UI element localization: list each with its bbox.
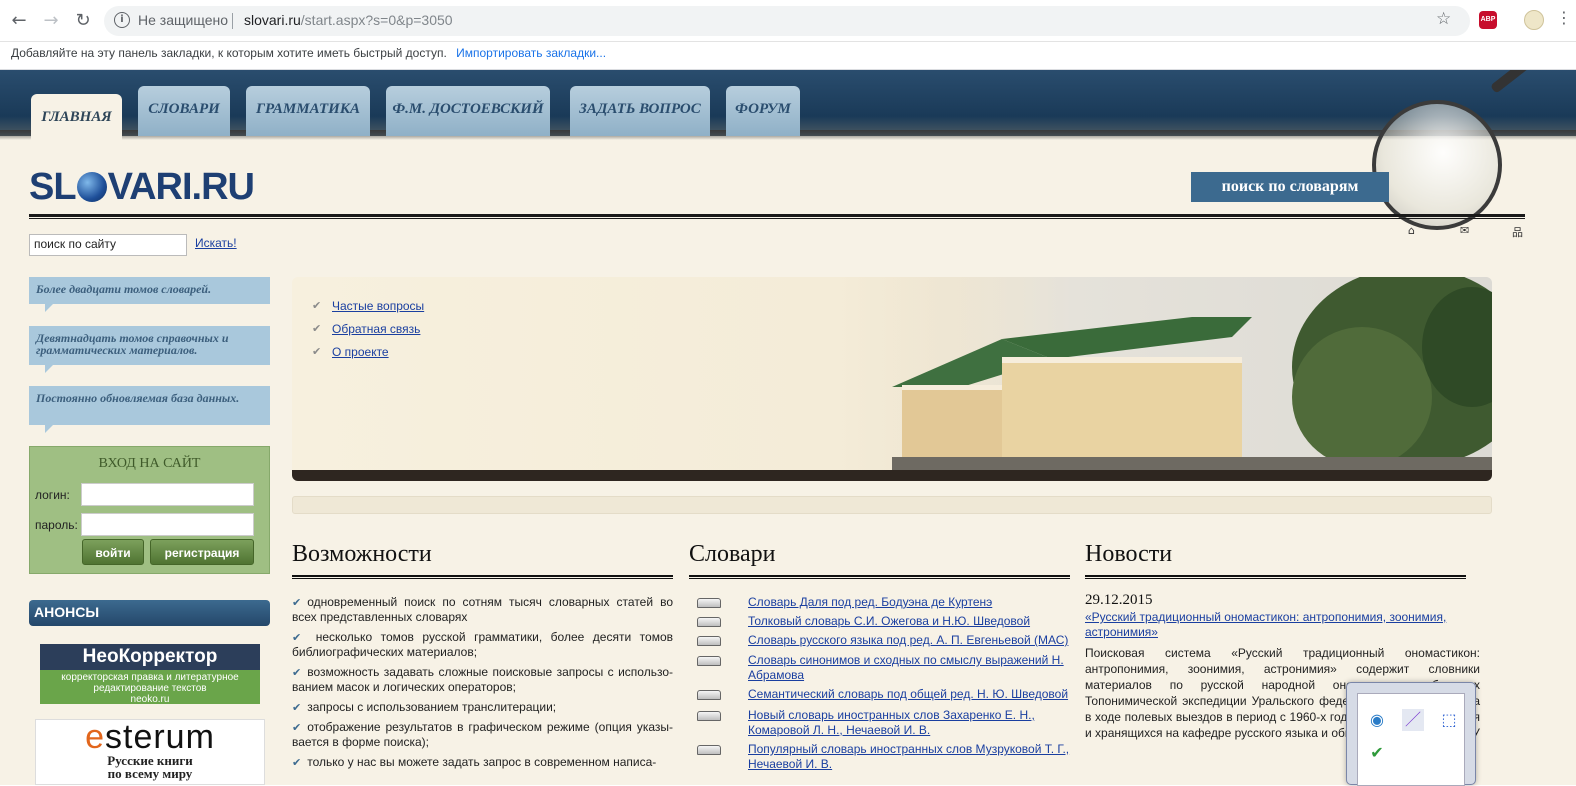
book-icon [697, 711, 721, 721]
header-divider [29, 214, 1525, 219]
address-bar[interactable]: i Не защищено slovari.ru/start.aspx?s=0&… [104, 6, 1470, 36]
info-bubble-dictionaries: Более двадцати томов словарей. [29, 277, 270, 312]
dictionary-link[interactable]: Популярный словарь иностранных слов Музр… [748, 742, 1070, 772]
feedback-link[interactable]: Обратная связь [312, 322, 424, 336]
tab-main[interactable]: ГЛАВНАЯ [31, 94, 122, 140]
news-date: 29.12.2015 [1085, 592, 1153, 608]
book-icon [697, 656, 721, 666]
mail-icon[interactable]: ✉ [1460, 224, 1469, 237]
login-box: ВХОД НА САЙТ логин: пароль: войти регист… [29, 446, 270, 574]
bookmarks-prompt: Добавляйте на эту панель закладки, к кот… [11, 46, 447, 60]
separator [232, 13, 233, 29]
about-link[interactable]: О проекте [312, 345, 424, 359]
import-bookmarks-link[interactable]: Импортировать закладки... [456, 46, 606, 60]
back-icon[interactable]: ← [8, 10, 30, 32]
register-button[interactable]: регистрация [150, 539, 254, 565]
magnifier-decoration [1372, 100, 1502, 230]
neokorrektor-line1: корректорская правка и литературное [61, 672, 239, 683]
login-field[interactable] [81, 483, 254, 506]
esterum-logo: esterum [85, 718, 215, 756]
insecure-label[interactable]: Не защищено [138, 12, 228, 28]
neokorrektor-line2: редактирование текстов [93, 683, 207, 694]
feature-item: несколько томов русской грамматики, боле… [292, 630, 673, 660]
faq-link[interactable]: Частые вопросы [312, 299, 424, 313]
info-icon[interactable]: i [114, 12, 130, 28]
sitemap-icon[interactable]: 品 [1512, 224, 1523, 240]
dictionary-link[interactable]: Семантический словарь под общей ред. Н. … [748, 687, 1070, 702]
login-title: ВХОД НА САЙТ [98, 456, 201, 471]
globe-icon [76, 172, 107, 202]
news-headline-link[interactable]: «Русский традиционный ономастикон: антро… [1085, 610, 1460, 640]
snipping-tool-panel: ◉ ／ ⬚ ✔ [1346, 682, 1476, 786]
select-region-icon[interactable]: ⬚ [1438, 709, 1460, 731]
dictionary-link[interactable]: Словарь русского языка под ред. А. П. Ев… [748, 633, 1070, 648]
book-icon [697, 745, 721, 755]
building-photo [892, 277, 1492, 470]
extension-icon[interactable] [1524, 10, 1544, 30]
browser-toolbar: ← → ↻ i Не защищено slovari.ru/start.asp… [0, 0, 1576, 42]
dictionary-link[interactable]: Словарь Даля под ред. Бодуэна де Куртенэ [748, 595, 1070, 610]
site-logo[interactable]: SL VARI.RU [29, 166, 255, 209]
book-icon [697, 598, 721, 608]
hero-bottom-band [292, 470, 1492, 481]
web-page: ГЛАВНАЯ СЛОВАРИ ГРАММАТИКА Ф.М. ДОСТОЕВС… [0, 70, 1576, 785]
features-title: Возможности [292, 541, 432, 567]
site-search-input[interactable]: поиск по сайту [29, 234, 187, 256]
bookmark-star-icon[interactable]: ☆ [1436, 9, 1451, 29]
tab-dostoevsky[interactable]: Ф.М. ДОСТОЕВСКИЙ [386, 86, 550, 136]
book-icon [697, 690, 721, 700]
dictionaries-title: Словари [689, 541, 776, 567]
tab-dictionaries[interactable]: СЛОВАРИ [138, 86, 230, 136]
book-icon [697, 617, 721, 627]
home-icon[interactable]: ⌂ [1408, 224, 1415, 237]
hero-banner: Частые вопросы Обратная связь О проекте [292, 277, 1492, 481]
info-bubble-database: Постоянно обновляемая база данных. [29, 386, 270, 433]
feature-item: одновременный поиск по сотням тысяч слов… [292, 595, 673, 625]
forward-icon[interactable]: → [40, 10, 62, 32]
password-label: пароль: [35, 518, 78, 532]
neokorrektor-title: НеоКорректор [40, 644, 260, 670]
neokorrektor-url: neoko.ru [130, 694, 170, 705]
adblock-icon[interactable]: ABP [1479, 11, 1497, 29]
feature-item: запросы с использованием транслитерации; [292, 700, 673, 715]
dictionary-link[interactable]: Словарь синонимов и сходных по смыслу вы… [748, 653, 1070, 683]
tab-grammar[interactable]: ГРАММАТИКА [246, 86, 370, 136]
dictionary-link[interactable]: Новый словарь иностранных слов Захаренко… [748, 708, 1070, 738]
book-icon [697, 636, 721, 646]
site-search-button[interactable]: Искать! [195, 236, 237, 250]
esterum-line2: по всему миру [107, 766, 193, 781]
hero-links: Частые вопросы Обратная связь О проекте [312, 299, 424, 368]
tab-ask-question[interactable]: ЗАДАТЬ ВОПРОС [570, 86, 710, 136]
info-bubble-grammar: Девятнадцать томов справочных и граммати… [29, 326, 270, 373]
feature-item: возможность задавать сложные поисковые з… [292, 665, 673, 695]
usb-check-icon[interactable]: ✔ [1366, 742, 1388, 764]
announcements-header: АНОНСЫ [29, 600, 270, 626]
tab-forum[interactable]: ФОРУМ [726, 86, 800, 136]
news-title: Новости [1085, 541, 1173, 567]
feature-item: только у нас вы можете задать запрос в с… [292, 755, 673, 770]
esterum-banner[interactable]: esterum Русские книги по всему миру [35, 719, 265, 785]
capture-icon[interactable]: ◉ [1366, 709, 1388, 731]
login-label: логин: [35, 488, 70, 502]
bookmarks-bar: Добавляйте на эту панель закладки, к кот… [0, 42, 1576, 70]
url-text[interactable]: slovari.ru/start.aspx?s=0&p=3050 [244, 12, 453, 28]
feature-item: отображение результатов в графическом ре… [292, 720, 673, 750]
pen-icon[interactable]: ／ [1402, 709, 1424, 731]
hero-strip [292, 496, 1492, 514]
password-field[interactable] [81, 513, 254, 536]
login-button[interactable]: войти [82, 539, 144, 565]
dictionary-link[interactable]: Толковый словарь С.И. Ожегова и Н.Ю. Шве… [748, 614, 1070, 629]
search-dictionaries-button[interactable]: поиск по словарям [1191, 172, 1389, 202]
browser-menu-icon[interactable]: ⋮ [1556, 8, 1572, 27]
neokorrektor-banner[interactable]: НеоКорректор корректорская правка и лите… [40, 644, 260, 705]
reload-icon[interactable]: ↻ [72, 10, 94, 32]
